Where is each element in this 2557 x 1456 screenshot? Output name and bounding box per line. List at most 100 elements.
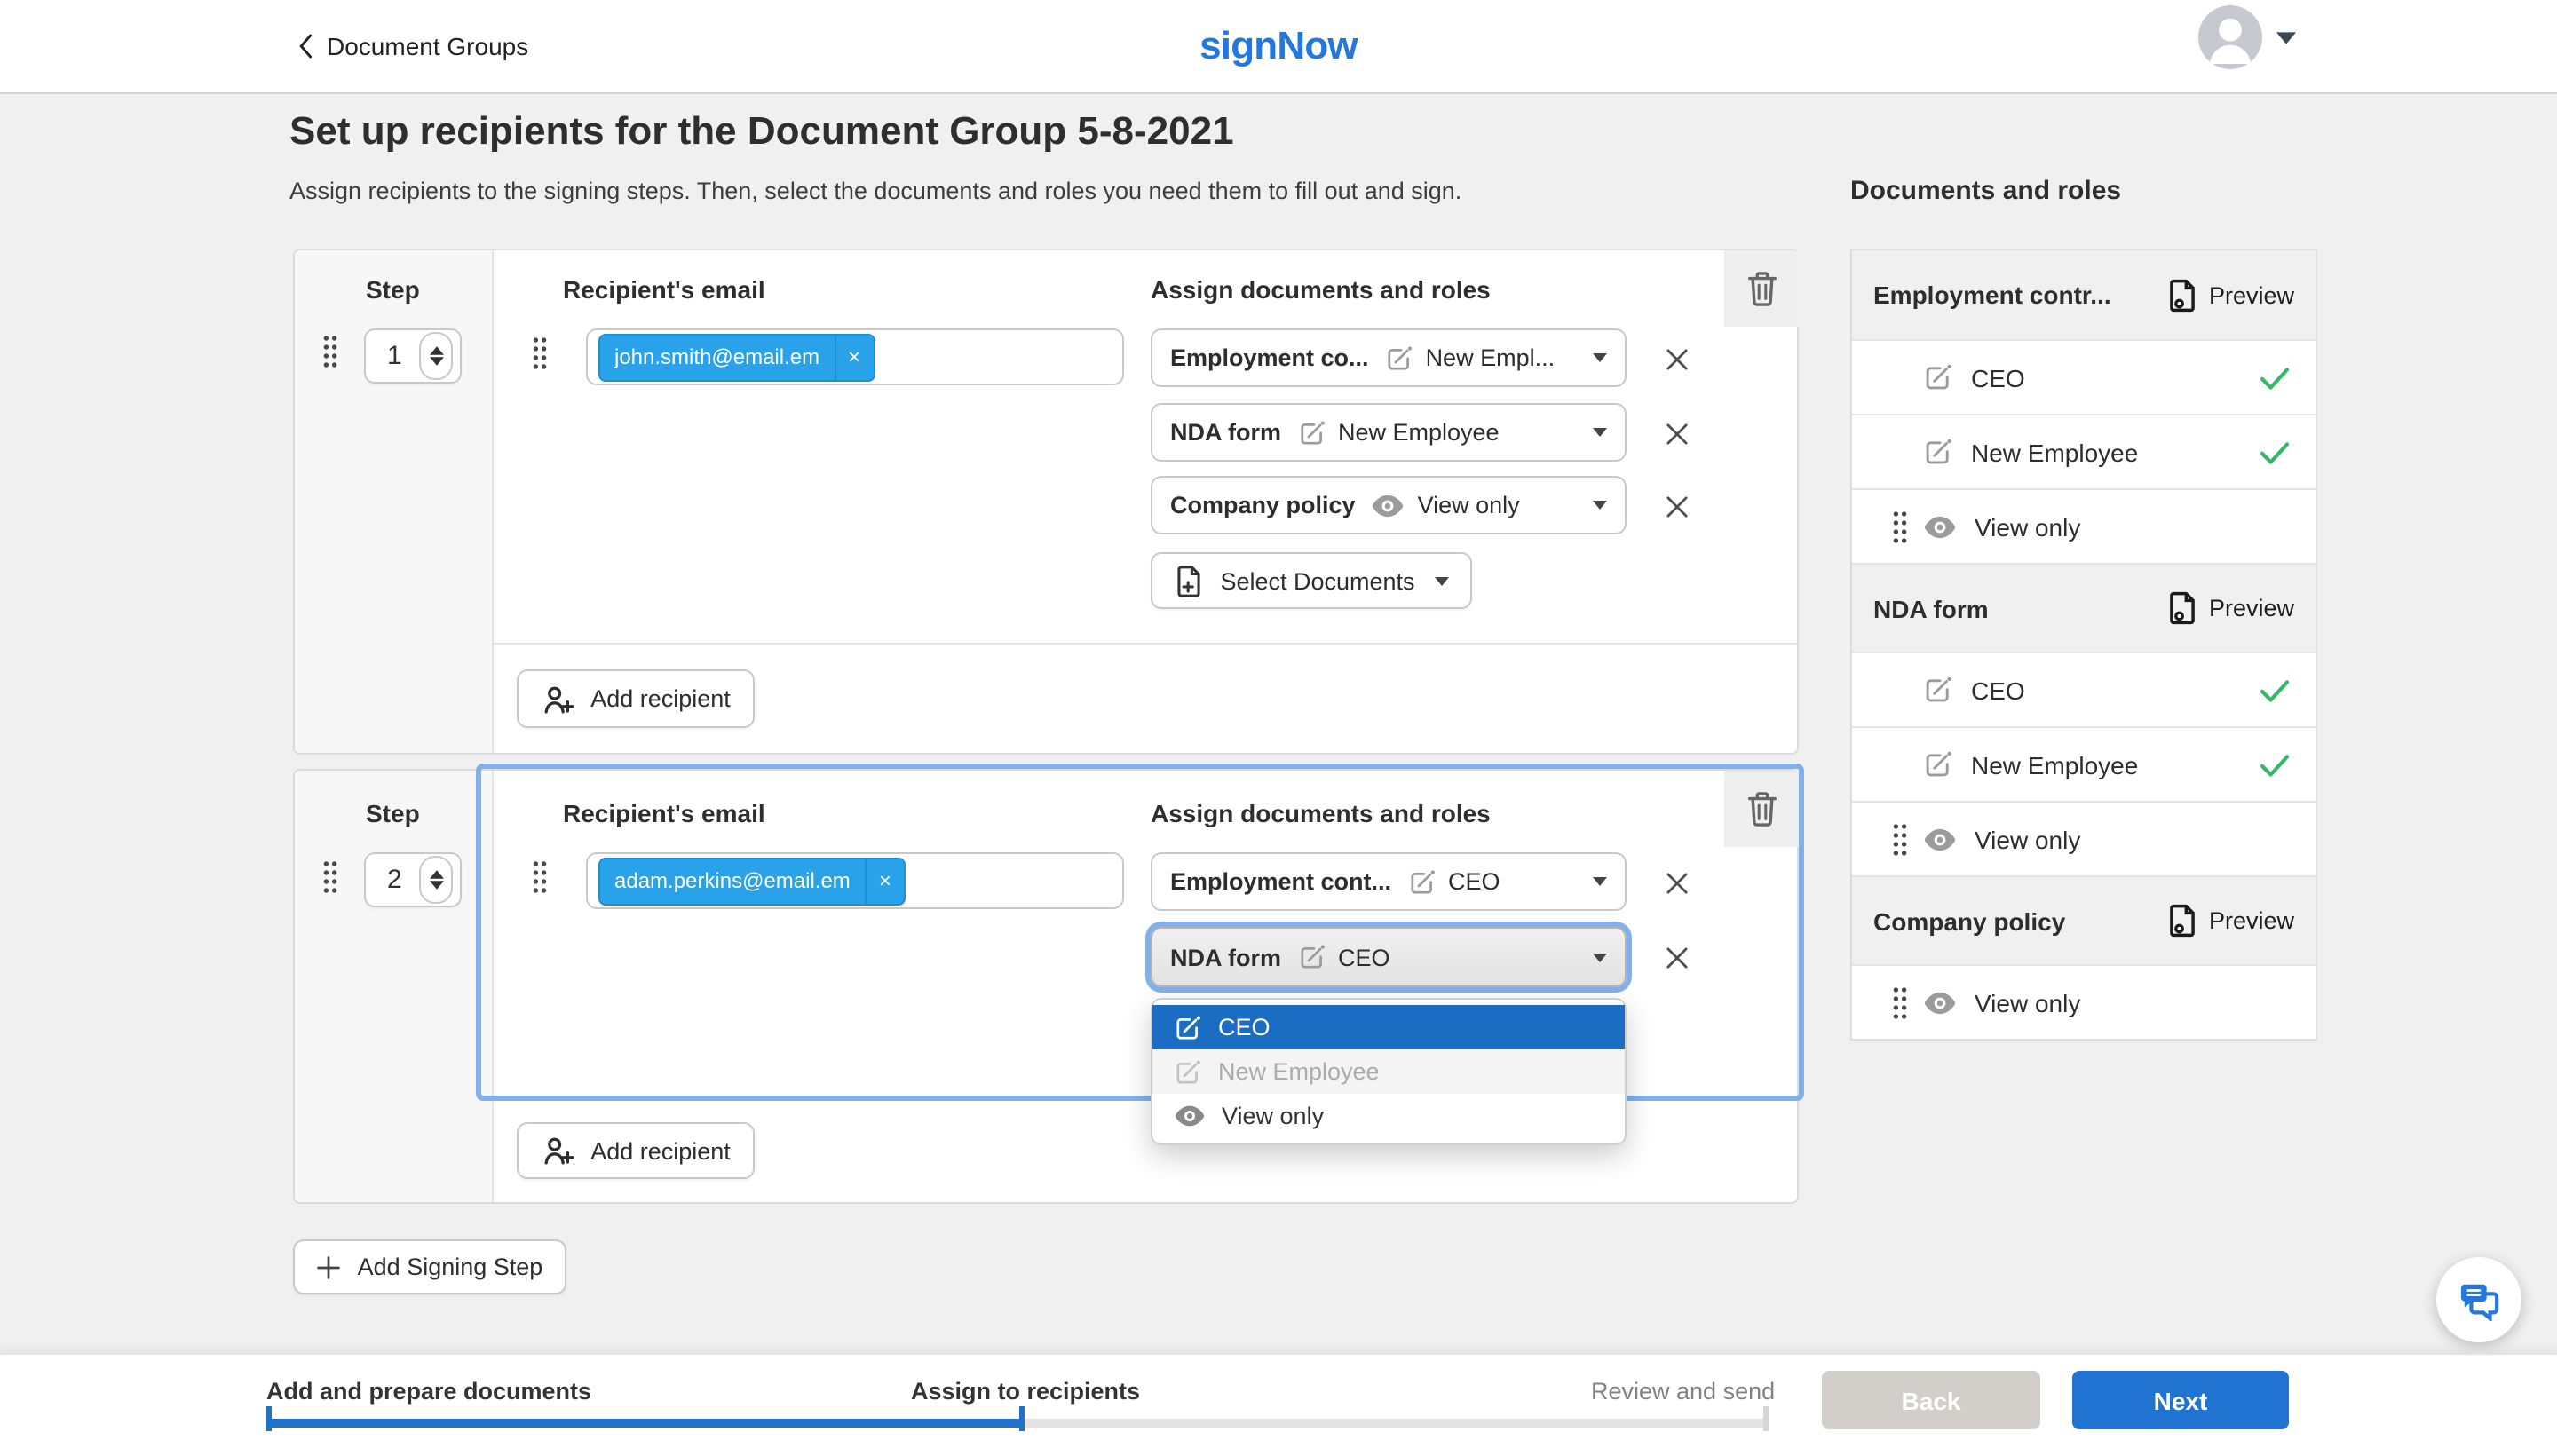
role-label: CEO bbox=[1971, 363, 2025, 392]
add-recipient-button[interactable]: Add recipient bbox=[517, 1122, 755, 1179]
avatar bbox=[2198, 5, 2262, 69]
role-dropdown-menu: CEO New Employee View only bbox=[1151, 998, 1627, 1145]
spinner-down-icon[interactable] bbox=[429, 357, 443, 366]
drag-handle-icon[interactable] bbox=[321, 859, 339, 895]
doc-role-select[interactable]: NDA form New Employee bbox=[1151, 403, 1627, 462]
add-recipient-label: Add recipient bbox=[590, 1137, 731, 1164]
step-column: Step 2 bbox=[295, 771, 494, 1202]
signing-step-card-1: Step 1 Recipient's email john.smith@emai… bbox=[293, 249, 1799, 755]
email-chip-remove[interactable]: × bbox=[865, 859, 904, 903]
drag-handle-icon[interactable] bbox=[1877, 985, 1923, 1020]
select-documents-button[interactable]: Select Documents bbox=[1151, 552, 1472, 609]
select-documents-label: Select Documents bbox=[1220, 567, 1414, 594]
view-only-eye-icon bbox=[1923, 827, 1957, 851]
drag-handle-icon[interactable] bbox=[531, 859, 549, 895]
edit-role-icon bbox=[1297, 943, 1326, 971]
email-chip-text: john.smith@email.em bbox=[600, 344, 834, 369]
person-plus-icon bbox=[541, 1135, 574, 1167]
drag-handle-icon[interactable] bbox=[1877, 821, 1923, 857]
email-chip-remove[interactable]: × bbox=[834, 335, 873, 379]
doc-role-select[interactable]: Employment cont... CEO bbox=[1151, 852, 1627, 911]
preview-label: Preview bbox=[2209, 281, 2294, 308]
document-name: Employment contr... bbox=[1873, 281, 2111, 309]
assign-label: Assign documents and roles bbox=[1151, 275, 1491, 304]
role-row: CEO bbox=[1852, 652, 2316, 726]
role-label: New Employee bbox=[1971, 750, 2138, 779]
role-row: View only bbox=[1852, 801, 2316, 875]
role-name: View only bbox=[1418, 492, 1520, 518]
role-option-selected[interactable]: CEO bbox=[1152, 1005, 1625, 1049]
spinner-up-icon[interactable] bbox=[429, 346, 443, 355]
spinner-down-icon[interactable] bbox=[429, 881, 443, 890]
chevron-down-icon bbox=[2276, 31, 2296, 44]
remove-doc-button[interactable] bbox=[1657, 339, 1696, 378]
view-only-eye-icon bbox=[1174, 1104, 1206, 1128]
remove-doc-button[interactable] bbox=[1657, 938, 1696, 977]
delete-step-button[interactable] bbox=[1724, 250, 1799, 327]
delete-step-button[interactable] bbox=[1724, 771, 1799, 847]
step-number-input[interactable]: 2 bbox=[364, 852, 462, 907]
x-icon bbox=[1663, 944, 1690, 970]
remove-doc-button[interactable] bbox=[1657, 863, 1696, 902]
person-plus-icon bbox=[541, 683, 574, 715]
role-label: View only bbox=[1975, 512, 2080, 541]
back-button[interactable]: Back bbox=[1822, 1371, 2040, 1429]
drag-handle-icon[interactable] bbox=[1877, 509, 1923, 544]
role-row: View only bbox=[1852, 964, 2316, 1039]
check-icon bbox=[2259, 677, 2291, 702]
preview-button[interactable]: Preview bbox=[2168, 904, 2294, 938]
recipient-email-label: Recipient's email bbox=[563, 799, 765, 827]
spinner-up-icon[interactable] bbox=[429, 870, 443, 879]
remove-doc-button[interactable] bbox=[1657, 414, 1696, 453]
drag-handle-icon[interactable] bbox=[531, 336, 549, 371]
recipient-email-input[interactable]: adam.perkins@email.em × bbox=[586, 852, 1124, 909]
document-group-header: Company policy Preview bbox=[1852, 875, 2316, 964]
next-button[interactable]: Next bbox=[2072, 1371, 2289, 1429]
documents-roles-panel: Employment contr... Preview CEO New Empl… bbox=[1850, 249, 2317, 1041]
check-icon bbox=[2259, 365, 2291, 390]
remove-doc-button[interactable] bbox=[1657, 487, 1696, 526]
doc-role-select[interactable]: Company policy View only bbox=[1151, 476, 1627, 534]
preview-button[interactable]: Preview bbox=[2168, 591, 2294, 625]
x-icon bbox=[1663, 869, 1690, 896]
x-icon bbox=[1663, 345, 1690, 372]
recipient-email-input[interactable]: john.smith@email.em × bbox=[586, 328, 1124, 385]
phase-add-prepare: Add and prepare documents bbox=[266, 1378, 591, 1405]
edit-role-icon bbox=[1297, 418, 1326, 447]
x-icon bbox=[1663, 493, 1690, 519]
edit-role-icon bbox=[1923, 437, 1953, 467]
add-signing-step-button[interactable]: Add Signing Step bbox=[293, 1239, 566, 1294]
recipient-email-label: Recipient's email bbox=[563, 275, 765, 304]
trash-icon bbox=[1745, 790, 1778, 827]
progress-bar-complete bbox=[266, 1419, 1023, 1428]
progress-footer: Add and prepare documents Assign to reci… bbox=[0, 1353, 2557, 1456]
role-label: New Employee bbox=[1971, 438, 2138, 466]
caret-down-icon bbox=[1593, 501, 1607, 510]
role-label: CEO bbox=[1971, 676, 2025, 704]
email-chip: john.smith@email.em × bbox=[598, 333, 875, 381]
plus-icon bbox=[317, 1254, 342, 1279]
doc-name: Employment cont... bbox=[1170, 868, 1391, 895]
progress-tick bbox=[1763, 1406, 1769, 1431]
add-recipient-button[interactable]: Add recipient bbox=[517, 669, 755, 728]
account-menu[interactable] bbox=[2198, 5, 2296, 69]
chat-icon bbox=[2457, 1279, 2501, 1320]
step-label: Step bbox=[366, 799, 420, 827]
step-spinner[interactable] bbox=[419, 332, 453, 380]
caret-down-icon bbox=[1593, 428, 1607, 437]
role-option-label: New Employee bbox=[1218, 1058, 1380, 1085]
step-spinner[interactable] bbox=[419, 856, 453, 904]
document-group-header: NDA form Preview bbox=[1852, 563, 2316, 652]
role-option[interactable]: View only bbox=[1152, 1094, 1625, 1138]
drag-handle-icon[interactable] bbox=[321, 334, 339, 369]
preview-button[interactable]: Preview bbox=[2168, 278, 2294, 312]
step-number-input[interactable]: 1 bbox=[364, 328, 462, 384]
caret-down-icon bbox=[1593, 353, 1607, 362]
preview-doc-icon bbox=[2168, 591, 2197, 625]
support-chat-button[interactable] bbox=[2436, 1257, 2521, 1342]
doc-role-select-open[interactable]: NDA form CEO bbox=[1151, 927, 1627, 987]
role-name: New Empl... bbox=[1426, 344, 1556, 371]
doc-role-select[interactable]: Employment co... New Empl... bbox=[1151, 328, 1627, 387]
role-row: New Employee bbox=[1852, 414, 2316, 488]
doc-name: Company policy bbox=[1170, 492, 1356, 518]
